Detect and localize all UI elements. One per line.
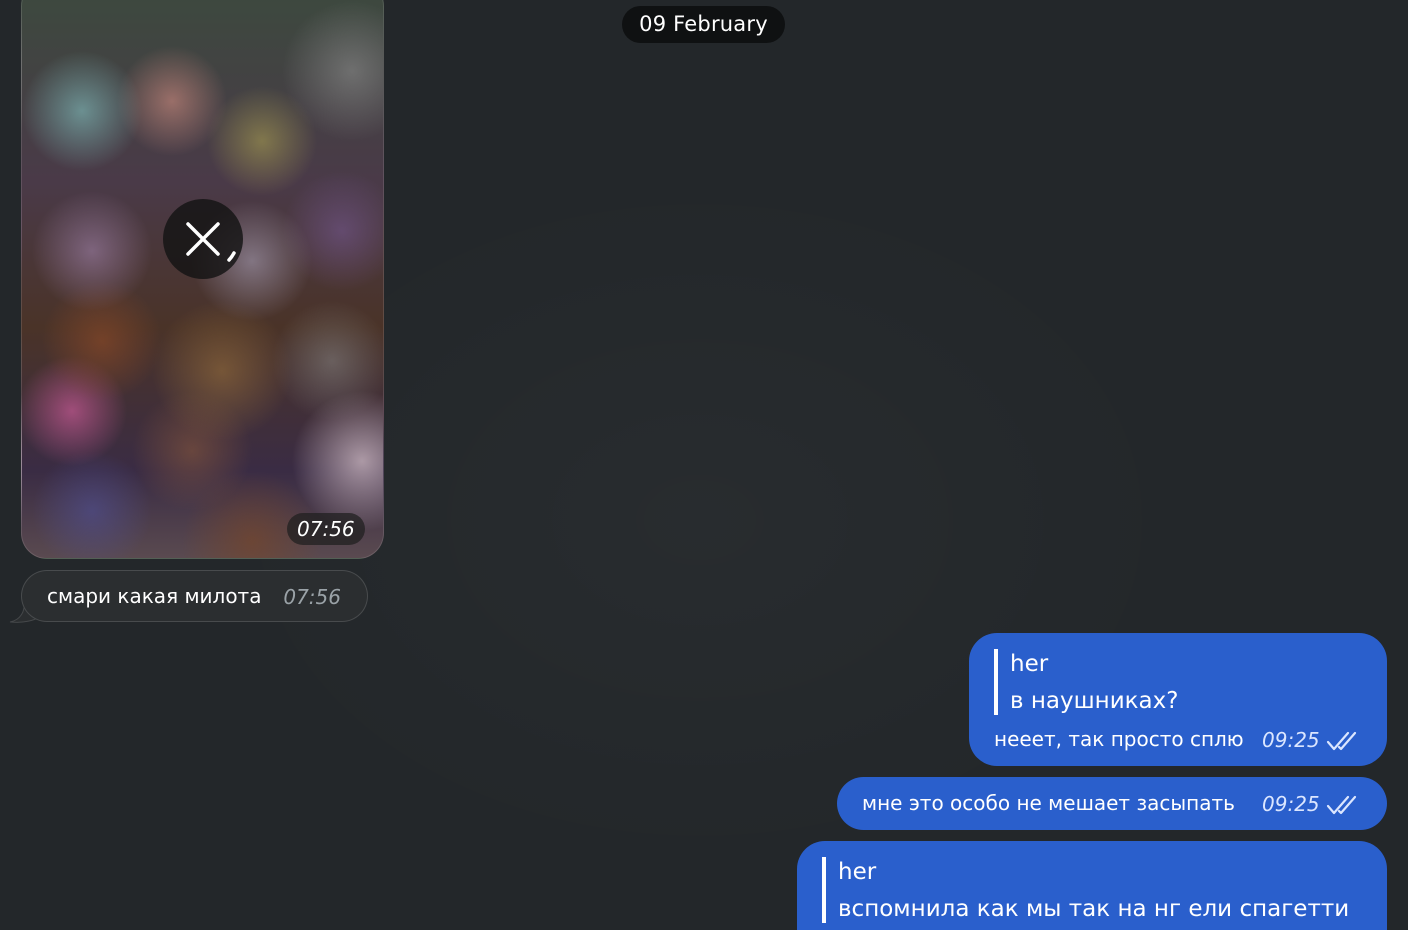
reply-quote[interactable]: her в наушниках?	[994, 649, 1178, 715]
media-message[interactable]: 07:56	[21, 0, 384, 559]
close-icon	[186, 222, 236, 262]
double-check-icon	[1326, 731, 1357, 751]
message-timestamp: 09:25	[1262, 728, 1320, 752]
outgoing-message-bubble[interactable]: мне это особо не мешает засыпать 09:25	[837, 777, 1387, 830]
reply-author: her	[838, 859, 877, 885]
outgoing-message-bubble[interactable]: her в наушниках? нееет, так просто сплю …	[969, 633, 1387, 766]
chat-area: 09 February 07:56 смари какая милота 07:…	[0, 0, 1408, 930]
reply-quote[interactable]: her вспомнила как мы так на нг ели спаге…	[822, 857, 1349, 923]
message-text: нееет, так просто сплю	[994, 727, 1244, 751]
media-timestamp: 07:56	[287, 513, 365, 545]
double-check-icon	[1326, 795, 1357, 815]
outgoing-message-bubble[interactable]: her вспомнила как мы так на нг ели спаге…	[797, 841, 1387, 930]
cancel-download-button[interactable]	[163, 199, 243, 279]
message-text: смари какая милота	[47, 584, 262, 608]
message-timestamp: 09:25	[1262, 792, 1320, 816]
date-separator: 09 February	[622, 6, 785, 43]
reply-text: вспомнила как мы так на нг ели спагетти	[838, 896, 1350, 922]
incoming-message-bubble[interactable]: смари какая милота 07:56	[21, 570, 368, 622]
reply-author: her	[1010, 651, 1049, 677]
message-text: мне это особо не мешает засыпать	[862, 791, 1235, 815]
reply-text: в наушниках?	[1010, 688, 1179, 714]
message-timestamp: 07:56	[283, 585, 341, 609]
